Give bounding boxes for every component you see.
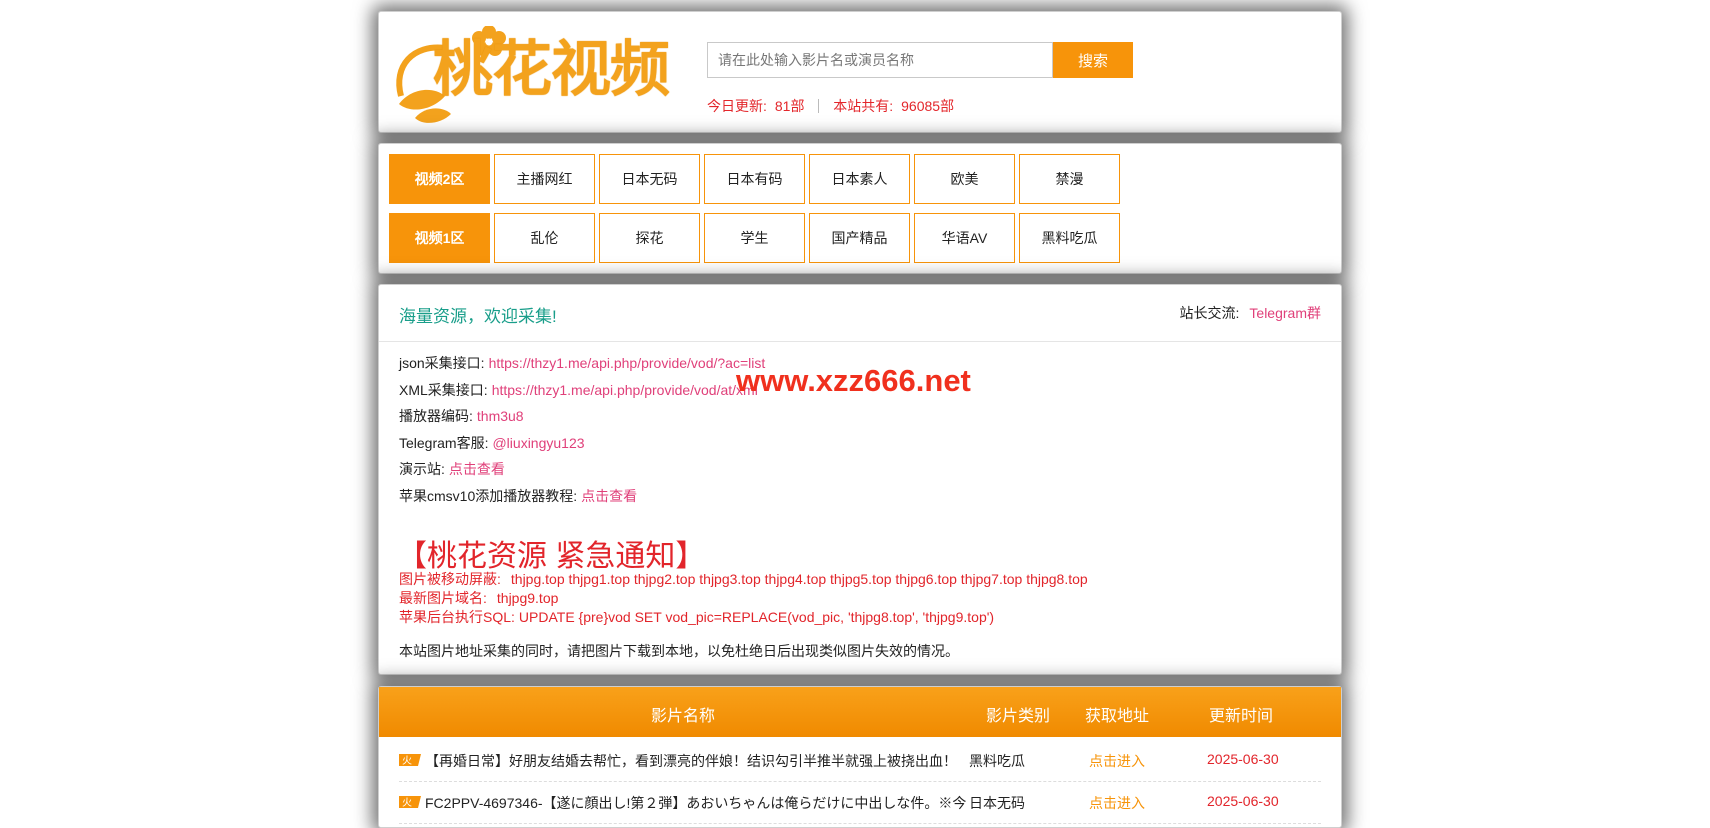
svg-text:火: 火 <box>402 755 412 767</box>
info-label: 演示站: <box>399 461 445 477</box>
red-label: 图片被移动屏蔽: <box>399 571 501 587</box>
enter-link[interactable]: 点击进入 <box>1089 793 1145 813</box>
nav-zone1-head[interactable]: 视频1区 <box>389 213 490 263</box>
enter-link[interactable]: 点击进入 <box>1089 751 1145 771</box>
list-header: 影片名称 影片类别 获取地址 更新时间 <box>379 687 1341 737</box>
nav-item-1[interactable]: 乱伦 <box>494 213 595 263</box>
update-stats: 今日更新: 81部 本站共有: 96085部 <box>707 96 954 116</box>
video-category: 黑料吃瓜 <box>969 753 1025 769</box>
demo-site-link[interactable]: 点击查看 <box>449 461 505 477</box>
nav-item-2[interactable]: 探花 <box>599 213 700 263</box>
info-telegram-support: Telegram客服: @liuxingyu123 <box>399 433 585 453</box>
site-logo[interactable]: 桃花视频 <box>393 26 673 126</box>
video-title[interactable]: 【再婚日常】好朋友结婚去帮忙，看到漂亮的伴娘！结识勾引半推半就强上被挠出血！ <box>425 751 970 771</box>
red-label: 苹果后台执行SQL: <box>399 609 515 625</box>
sql-command: 苹果后台执行SQL: UPDATE {pre}vod SET vod_pic=RE… <box>399 607 994 627</box>
telegram-group-link[interactable]: Telegram群 <box>1249 305 1321 321</box>
telegram-support-link[interactable]: @liuxingyu123 <box>492 435 584 451</box>
today-value: 81部 <box>774 98 805 114</box>
total-value: 96085部 <box>901 98 955 114</box>
col-title: 影片名称 <box>651 708 716 725</box>
notice-header: 海量资源，欢迎采集! 站长交流: Telegram群 <box>379 285 1341 342</box>
nav-item-jp-uncensored[interactable]: 日本无码 <box>599 154 700 204</box>
category-nav: 视频2区 主播网红 日本无码 日本有码 日本素人 欧美 禁漫 视频1区 乱伦 探… <box>378 143 1342 274</box>
list-item: 火 【再婚日常】好朋友结婚去帮忙，看到漂亮的伴娘！结识勾引半推半就强上被挠出血！… <box>399 739 1321 782</box>
today-label: 今日更新: <box>707 98 767 114</box>
info-label: 苹果cmsv10添加播放器教程: <box>399 488 578 504</box>
notice-title: 海量资源，欢迎采集! <box>399 307 557 326</box>
list-item: 火 FC2PPV-4697346-【遂に顔出し!第２弾】あおいちゃんは俺らだけに… <box>399 781 1321 824</box>
nav-item-anchor[interactable]: 主播网红 <box>494 154 595 204</box>
hot-badge-icon: 火 <box>399 796 421 809</box>
video-title[interactable]: FC2PPV-4697346-【遂に顔出し!第２弾】あおいちゃんは俺らだけに中出… <box>425 793 970 813</box>
red-label: 最新图片域名: <box>399 590 487 606</box>
json-api-link[interactable]: https://thzy1.me/api.php/provide/vod/?ac… <box>489 355 766 371</box>
info-xml-api: XML采集接口: https://thzy1.me/api.php/provide… <box>399 380 758 400</box>
nav-item-gossip[interactable]: 黑料吃瓜 <box>1019 213 1120 263</box>
nav-item-comics[interactable]: 禁漫 <box>1019 154 1120 204</box>
nav-row-zone2: 视频2区 主播网红 日本无码 日本有码 日本素人 欧美 禁漫 <box>389 154 1120 204</box>
info-label: json采集接口: <box>399 355 485 371</box>
notice-panel: 海量资源，欢迎采集! 站长交流: Telegram群 json采集接口: https… <box>378 284 1342 675</box>
col-date: 更新时间 <box>1209 708 1274 725</box>
search-box <box>707 42 1072 78</box>
info-label: 播放器编码: <box>399 408 473 424</box>
red-value: thjpg9.top <box>496 590 559 606</box>
nav-item-western[interactable]: 欧美 <box>914 154 1015 204</box>
col-category: 影片类别 <box>986 708 1051 725</box>
nav-item-student[interactable]: 学生 <box>704 213 805 263</box>
update-date: 2025-06-30 <box>1207 793 1279 809</box>
hot-badge-icon: 火 <box>399 754 421 767</box>
info-demo-site: 演示站: 点击查看 <box>399 459 505 479</box>
video-list: 影片名称 影片类别 获取地址 更新时间 火 【再婚日常】好朋友结婚去帮忙，看到漂… <box>378 686 1342 828</box>
tutorial-link[interactable]: 点击查看 <box>581 488 637 504</box>
info-label: Telegram客服: <box>399 435 489 451</box>
stats-divider <box>818 99 820 113</box>
new-image-domain: 最新图片域名: thjpg9.top <box>399 588 558 608</box>
svg-text:火: 火 <box>402 797 412 809</box>
blocked-domains: 图片被移动屏蔽: thjpg.top thjpg1.top thjpg2.top … <box>399 569 1088 589</box>
nav-item-jp-censored[interactable]: 日本有码 <box>704 154 805 204</box>
search-input[interactable] <box>708 43 1072 77</box>
info-json-api: json采集接口: https://thzy1.me/api.php/provid… <box>399 353 765 373</box>
video-category: 日本无码 <box>969 795 1025 811</box>
red-value: thjpg.top thjpg1.top thjpg2.top thjpg3.t… <box>510 571 1088 587</box>
nav-item-domestic[interactable]: 国产精品 <box>809 213 910 263</box>
contact-label: 站长交流: <box>1179 305 1240 321</box>
total-label: 本站共有: <box>833 98 894 114</box>
site-header: 桃花视频 搜索 今日更新: 81部 本站共有: 96085部 <box>378 11 1342 133</box>
xml-api-link[interactable]: https://thzy1.me/api.php/provide/vod/at/… <box>492 382 758 398</box>
col-link: 获取地址 <box>1085 708 1150 725</box>
red-value: UPDATE {pre}vod SET vod_pic=REPLACE(vod_… <box>518 609 995 625</box>
watermark-text: www.xzz666.net <box>736 363 971 398</box>
contact: 站长交流: Telegram群 <box>1180 303 1321 323</box>
search-button[interactable]: 搜索 <box>1053 42 1133 78</box>
info-label: XML采集接口: <box>399 382 488 398</box>
player-code-value[interactable]: thm3u8 <box>477 408 524 424</box>
info-player-code: 播放器编码: thm3u8 <box>399 406 524 426</box>
nav-zone2-head[interactable]: 视频2区 <box>389 154 490 204</box>
update-date: 2025-06-30 <box>1207 751 1279 767</box>
notice-footer: 本站图片地址采集的同时，请把图片下载到本地，以免杜绝日后出现类似图片失效的情况。 <box>399 643 959 659</box>
info-tutorial: 苹果cmsv10添加播放器教程: 点击查看 <box>399 486 637 506</box>
nav-item-jp-amateur[interactable]: 日本素人 <box>809 154 910 204</box>
logo-text: 桃花视频 <box>433 35 670 105</box>
nav-item-chinese-av[interactable]: 华语AV <box>914 213 1015 263</box>
nav-row-zone1: 视频1区 乱伦 探花 学生 国产精品 华语AV 黑料吃瓜 <box>389 213 1120 263</box>
